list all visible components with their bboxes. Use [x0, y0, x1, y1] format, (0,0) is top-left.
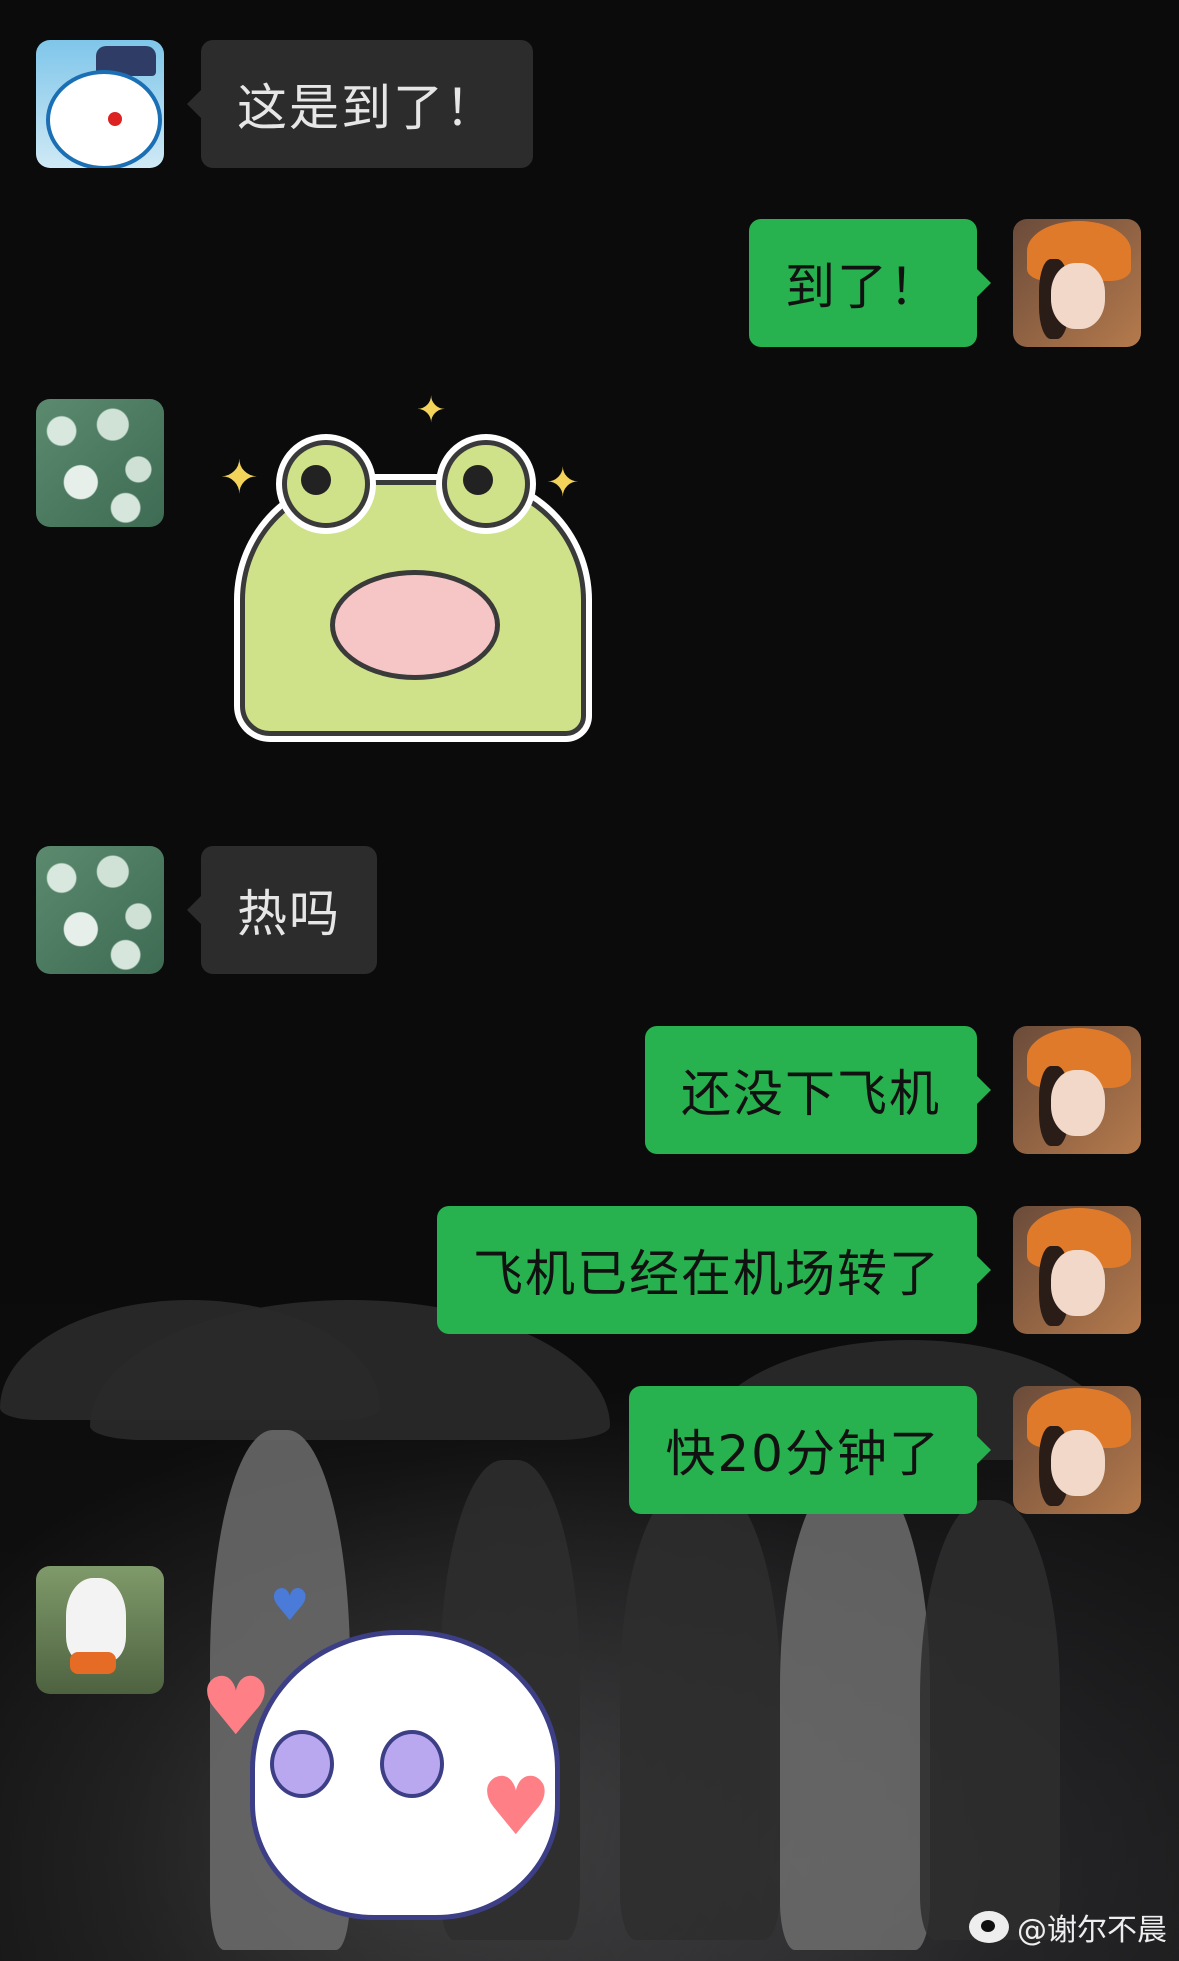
frog-eye	[282, 440, 370, 528]
person-shape	[780, 1470, 930, 1950]
message-text: 到了！	[785, 258, 941, 316]
message-text: 这是到了！	[237, 79, 497, 137]
weibo-watermark: @谢尔不晨	[969, 1905, 1167, 1949]
message-text: 还没下飞机	[681, 1065, 941, 1123]
user-avatar[interactable]	[1013, 219, 1141, 347]
face-shape	[1051, 1250, 1105, 1316]
face-shape	[1051, 1430, 1105, 1496]
message-bubble-incoming[interactable]: 热吗	[187, 846, 377, 974]
sparkle-icon: ✦	[546, 460, 580, 506]
frog-pupil	[301, 465, 331, 495]
ghost-eye	[380, 1730, 444, 1798]
message-text: 热吗	[237, 885, 341, 943]
frog-eye	[442, 440, 530, 528]
ghost-body-shape	[66, 1578, 126, 1662]
nose-shape	[108, 112, 122, 126]
doraemon-avatar[interactable]	[36, 40, 164, 168]
user-avatar[interactable]	[1013, 1026, 1141, 1154]
heart-icon: ♥	[480, 1760, 552, 1853]
weibo-icon	[969, 1911, 1009, 1943]
sparkle-icon: ✦	[220, 450, 259, 504]
message-text: 飞机已经在机场转了	[473, 1245, 941, 1303]
user-avatar[interactable]	[1013, 1386, 1141, 1514]
face-shape	[1051, 1070, 1105, 1136]
heart-icon: ♥	[270, 1580, 310, 1631]
heart-icon: ♥	[200, 1660, 272, 1753]
heart-ghost-sticker[interactable]: ♥ ♥ ♥	[200, 1580, 590, 1940]
jellyfish-avatar[interactable]	[36, 399, 164, 527]
message-bubble-outgoing[interactable]: 还没下飞机	[645, 1026, 991, 1154]
user-avatar[interactable]	[1013, 1206, 1141, 1334]
sparkle-icon: ✦	[416, 390, 447, 431]
frog-pupil	[463, 465, 493, 495]
frog-sticker[interactable]: ✦ ✦ ✦	[220, 390, 600, 736]
cape-shape	[70, 1652, 116, 1674]
message-text: 快20分钟了	[665, 1425, 941, 1483]
person-shape	[620, 1480, 780, 1940]
face-shape	[46, 70, 162, 168]
message-bubble-outgoing[interactable]: 飞机已经在机场转了	[437, 1206, 991, 1334]
message-bubble-outgoing[interactable]: 快20分钟了	[629, 1386, 991, 1514]
person-shape	[920, 1500, 1060, 1940]
jellyfish-avatar[interactable]	[36, 846, 164, 974]
face-shape	[1051, 263, 1105, 329]
message-bubble-outgoing[interactable]: 到了！	[749, 219, 991, 347]
message-bubble-incoming[interactable]: 这是到了！	[187, 40, 533, 168]
watermark-text: @谢尔不晨	[1017, 1913, 1167, 1948]
ghost-eye	[270, 1730, 334, 1798]
frog-mouth	[330, 570, 500, 680]
ghost-avatar[interactable]	[36, 1566, 164, 1694]
